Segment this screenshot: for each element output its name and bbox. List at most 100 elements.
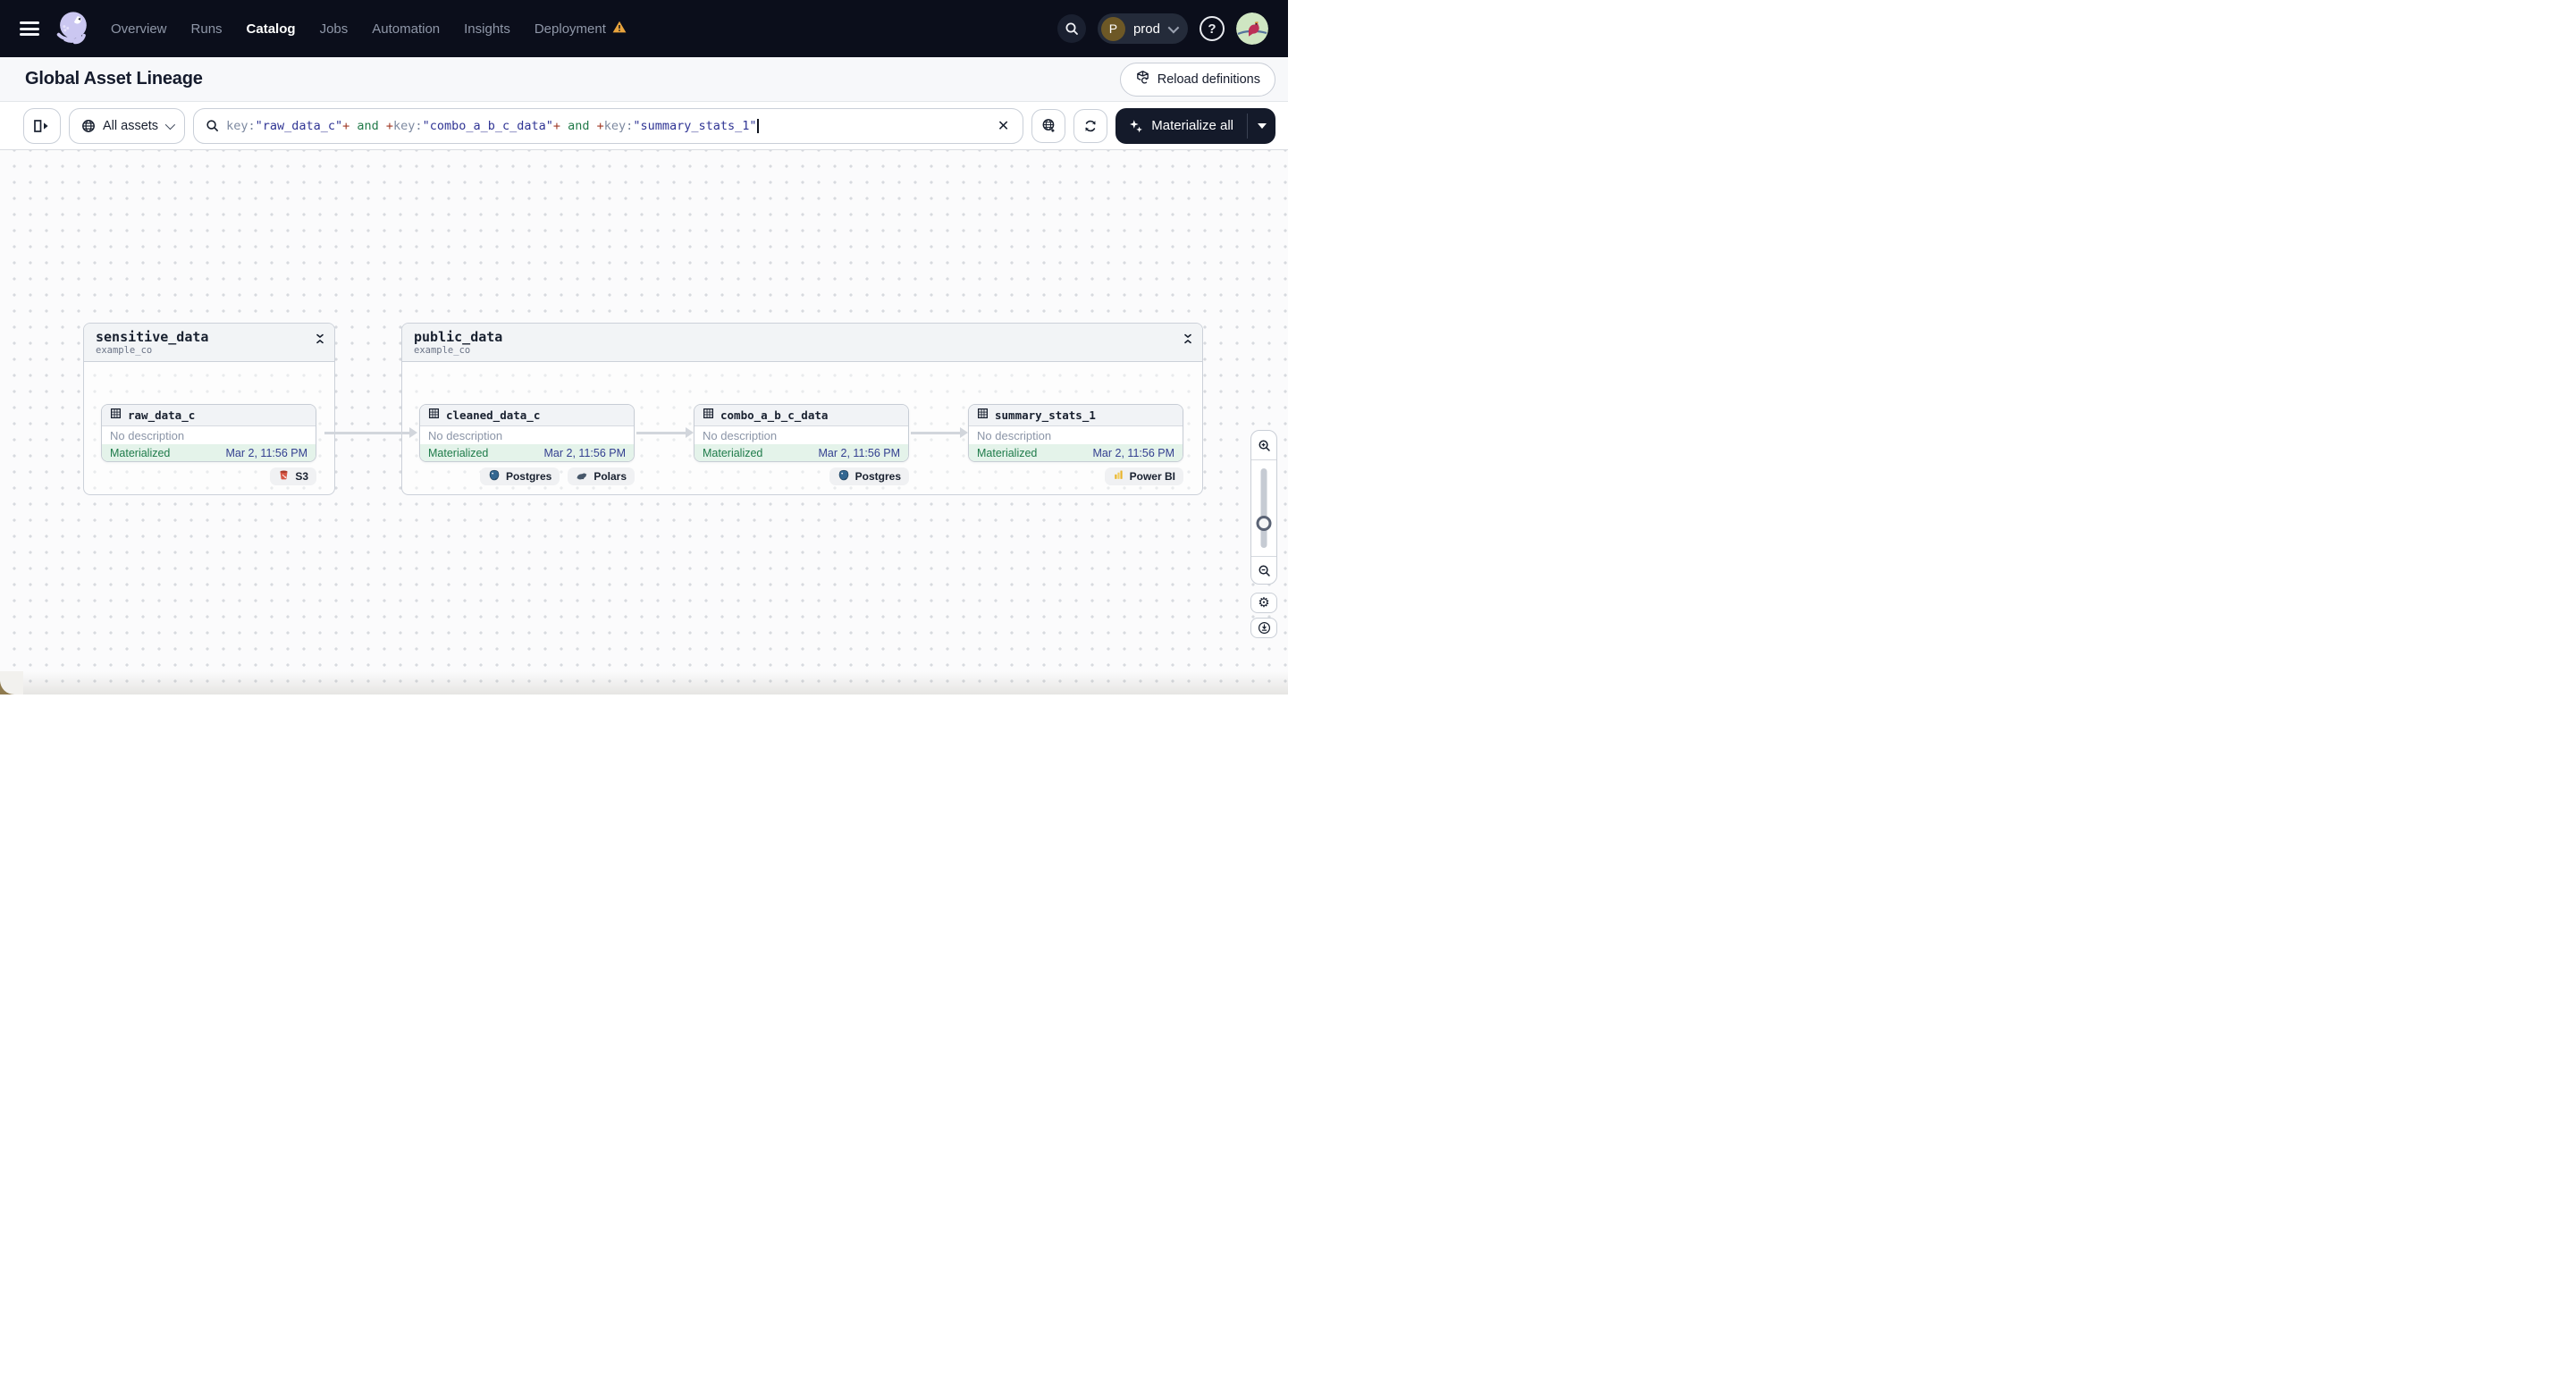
asset-node-cleaned_data_c[interactable]: cleaned_data_c No description Materializ…: [419, 404, 635, 462]
asset-description: No description: [969, 426, 1183, 444]
zoom-out-icon: [1259, 565, 1270, 577]
warning-icon: [612, 21, 627, 37]
asset-kind-badges: Power BI: [968, 467, 1183, 485]
nav-item-insights[interactable]: Insights: [464, 21, 510, 37]
environment-label: prod: [1132, 21, 1160, 37]
status-timestamp[interactable]: Mar 2, 11:56 PM: [544, 447, 626, 459]
zoom-slider-thumb[interactable]: [1256, 516, 1272, 531]
reload-definitions-button[interactable]: Reload definitions: [1119, 62, 1275, 97]
view-graph-settings-button[interactable]: [1031, 108, 1066, 143]
query-segment: "summary_stats_1": [633, 118, 757, 133]
status-label: Materialized: [428, 446, 489, 459]
nav-item-runs[interactable]: Runs: [191, 21, 223, 37]
kind-badge-postgres[interactable]: Postgres: [829, 467, 909, 485]
help-icon[interactable]: ?: [1200, 16, 1225, 41]
refresh-button[interactable]: [1073, 108, 1108, 143]
asset-node-raw_data_c[interactable]: raw_data_c No description Materialized M…: [101, 404, 316, 462]
status-timestamp[interactable]: Mar 2, 11:56 PM: [226, 447, 307, 459]
materialize-all-label: Materialize all: [1151, 118, 1233, 133]
lineage-edge-arrow: [911, 427, 968, 438]
app-window: Overview Runs Catalog Jobs Automation Insight…: [0, 0, 1288, 694]
zoom-in-icon: [1259, 440, 1270, 451]
nav-item-jobs[interactable]: Jobs: [320, 21, 349, 37]
nav-item-automation[interactable]: Automation: [372, 21, 440, 37]
group-title: sensitive_data: [96, 329, 209, 345]
kind-badge-power-bi[interactable]: Power BI: [1104, 467, 1183, 485]
group-titles: public_data example_co: [414, 329, 503, 356]
nav-items: Overview Runs Catalog Jobs Automation Insight…: [111, 21, 627, 37]
search-icon[interactable]: [1056, 14, 1086, 43]
environment-switcher[interactable]: P prod: [1097, 13, 1188, 44]
asset-kind-badges: Postgres Polars: [419, 467, 635, 485]
postgres-icon: [838, 469, 850, 484]
user-avatar[interactable]: [1236, 13, 1268, 45]
arrowhead-icon: [686, 427, 694, 438]
asset-node-header: summary_stats_1: [969, 405, 1183, 426]
group-title: public_data: [414, 329, 503, 345]
chevron-down-icon: [164, 119, 176, 130]
reload-definitions-label: Reload definitions: [1157, 72, 1260, 87]
lineage-edge-arrow: [324, 427, 417, 438]
zoom-slider[interactable]: [1251, 460, 1276, 556]
open-sidebar-button[interactable]: [23, 107, 61, 144]
asset-description: No description: [695, 426, 908, 444]
nav-item-label: Insights: [464, 21, 510, 37]
environment-avatar: P: [1100, 16, 1125, 41]
s3-bucket-icon: [278, 469, 290, 484]
zoom-slider-track[interactable]: [1260, 468, 1267, 548]
query-segment: key:: [603, 118, 634, 133]
asset-search-input[interactable]: key:"raw_data_c"+ and +key:"combo_a_b_c_…: [193, 107, 1024, 144]
postgres-icon: [488, 469, 501, 484]
download-image-button[interactable]: [1250, 618, 1277, 638]
query-segment: key:: [393, 118, 423, 133]
asset-scope-label: All assets: [103, 118, 159, 133]
kind-badge-polars[interactable]: Polars: [568, 467, 635, 485]
materialize-all-button[interactable]: Materialize all: [1115, 108, 1247, 144]
dagster-logo-icon[interactable]: [52, 6, 93, 51]
query-segment: "raw_data_c": [255, 118, 343, 133]
panel-open-icon: [34, 119, 48, 132]
asset-name: raw_data_c: [128, 408, 196, 422]
nav-item-catalog[interactable]: Catalog: [247, 21, 296, 37]
status-timestamp[interactable]: Mar 2, 11:56 PM: [819, 447, 900, 459]
kind-badge-postgres[interactable]: Postgres: [479, 467, 560, 485]
kind-badge-label: Postgres: [505, 470, 552, 483]
asset-status-row: Materialized Mar 2, 11:56 PM: [969, 444, 1183, 461]
asset-scope-dropdown[interactable]: All assets: [69, 107, 186, 144]
reload-cube-icon: [1135, 70, 1150, 88]
top-nav: Overview Runs Catalog Jobs Automation Insight…: [0, 0, 1288, 57]
graph-settings-button[interactable]: ⚙: [1250, 593, 1277, 613]
zoom-in-button[interactable]: [1251, 431, 1276, 459]
collapse-group-icon[interactable]: [1183, 330, 1193, 356]
nav-item-label: Automation: [372, 21, 441, 37]
asset-node-summary_stats_1[interactable]: summary_stats_1 No description Materiali…: [968, 404, 1183, 462]
clear-search-icon[interactable]: ✕: [996, 117, 1011, 135]
query-segment: +: [552, 118, 561, 133]
search-query-text: key:"raw_data_c"+ and +key:"combo_a_b_c_…: [226, 118, 989, 133]
arrowhead-icon: [409, 427, 417, 438]
kind-badge-s3[interactable]: S3: [270, 467, 316, 485]
status-timestamp[interactable]: Mar 2, 11:56 PM: [1093, 447, 1174, 459]
zoom-out-button[interactable]: [1251, 557, 1276, 584]
asset-status-row: Materialized Mar 2, 11:56 PM: [420, 444, 634, 461]
collapse-group-icon[interactable]: [315, 330, 325, 356]
asset-node-combo_a_b_c_data[interactable]: combo_a_b_c_data No description Material…: [694, 404, 909, 462]
bottom-shadow: [0, 671, 1288, 694]
window-corner: [0, 671, 23, 694]
group-header: sensitive_data example_co: [84, 324, 334, 363]
lineage-edge-arrow: [636, 427, 694, 438]
zoom-control: [1250, 430, 1277, 585]
lineage-canvas[interactable]: ⚙ sensitive_data example_co raw_data_c N…: [0, 150, 1288, 694]
table-icon: [110, 408, 122, 424]
status-label: Materialized: [110, 446, 171, 459]
globe-icon: [82, 119, 95, 132]
nav-item-overview[interactable]: Overview: [111, 21, 167, 37]
text-cursor: [757, 118, 759, 133]
hamburger-menu-icon[interactable]: [20, 21, 39, 36]
asset-name: summary_stats_1: [995, 408, 1096, 422]
nav-item-deployment[interactable]: Deployment: [535, 21, 627, 37]
gear-icon: ⚙: [1258, 594, 1270, 610]
materialize-options-button[interactable]: [1248, 108, 1275, 144]
group-header: public_data example_co: [402, 324, 1202, 363]
chevron-down-icon: [1167, 21, 1180, 33]
